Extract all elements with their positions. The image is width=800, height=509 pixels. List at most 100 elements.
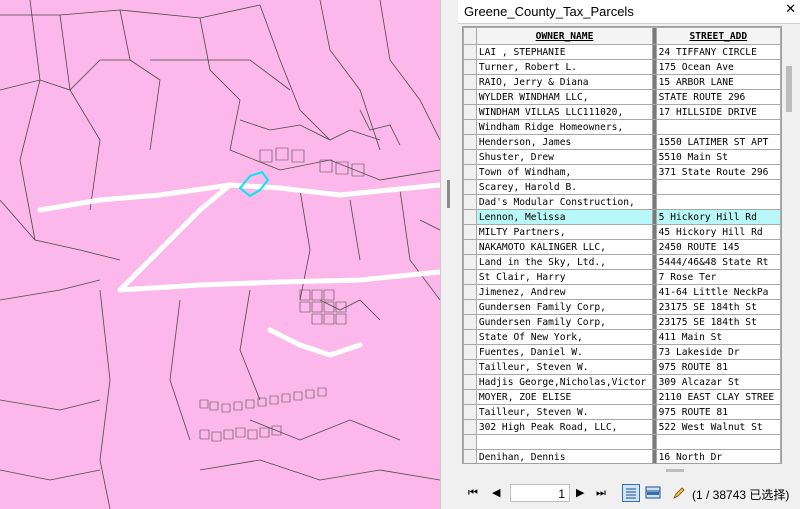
street-address-cell[interactable]: 1550 LATIMER ST APT: [655, 134, 781, 150]
owner-name-cell[interactable]: Scarey, Harold B.: [475, 179, 654, 195]
edit-pencil-icon[interactable]: [672, 486, 686, 503]
street-address-cell[interactable]: 5510 Main St: [655, 149, 781, 165]
table-row[interactable]: Denihan, Dennis 16 North Dr: [463, 449, 781, 463]
panel-splitter[interactable]: [440, 0, 458, 509]
row-selector[interactable]: [463, 254, 477, 270]
owner-name-cell[interactable]: Windham Ridge Homeowners,: [475, 119, 654, 135]
column-header-owner-name[interactable]: OWNER_NAME: [475, 27, 654, 45]
street-address-cell[interactable]: 15 ARBOR LANE: [655, 74, 781, 90]
splitter-grip[interactable]: [447, 180, 450, 208]
column-header-street-add[interactable]: STREET_ADD: [655, 27, 781, 45]
vertical-scroll-thumb[interactable]: [786, 66, 792, 112]
row-selector[interactable]: [463, 224, 477, 240]
row-selector[interactable]: [463, 179, 477, 195]
street-address-cell[interactable]: 175 Ocean Ave: [655, 59, 781, 75]
street-address-cell[interactable]: [655, 179, 781, 195]
owner-name-cell[interactable]: St Clair, Harry: [475, 269, 654, 285]
street-address-cell[interactable]: 975 ROUTE 81: [655, 404, 781, 420]
street-address-cell[interactable]: 5444/46&48 State Rt: [655, 254, 781, 270]
street-address-cell[interactable]: 45 Hickory Hill Rd: [655, 224, 781, 240]
table-row[interactable]: NAKAMOTO KALINGER LLC, 2450 ROUTE 145: [463, 239, 781, 255]
previous-record-icon[interactable]: ◀: [492, 486, 500, 499]
street-address-cell[interactable]: 2110 EAST CLAY STREE: [655, 389, 781, 405]
table-row[interactable]: Town of Windham, 371 State Route 296: [463, 164, 781, 180]
table-row[interactable]: WYLDER WINDHAM LLC, STATE ROUTE 296: [463, 89, 781, 105]
attribute-grid[interactable]: OWNER_NAME STREET_ADD LAI , STEPHANIE 24 …: [462, 26, 782, 464]
row-selector[interactable]: [463, 44, 477, 60]
street-address-cell[interactable]: [655, 119, 781, 135]
row-selector[interactable]: [463, 299, 477, 315]
row-selector[interactable]: [463, 434, 477, 450]
row-selector[interactable]: [463, 329, 477, 345]
table-row[interactable]: St Clair, Harry 7 Rose Ter: [463, 269, 781, 285]
row-selector[interactable]: [463, 149, 477, 165]
row-selector[interactable]: [463, 59, 477, 75]
table-row[interactable]: Jimenez, Andrew 41-64 Little NeckPa: [463, 284, 781, 300]
table-row[interactable]: Fuentes, Daniel W. 73 Lakeside Dr: [463, 344, 781, 360]
owner-name-cell[interactable]: Dad's Modular Construction,: [475, 194, 654, 210]
owner-name-cell[interactable]: NAKAMOTO KALINGER LLC,: [475, 239, 654, 255]
horizontal-scroll-thumb[interactable]: [666, 469, 684, 472]
street-address-cell[interactable]: 41-64 Little NeckPa: [655, 284, 781, 300]
owner-name-cell[interactable]: Fuentes, Daniel W.: [475, 344, 654, 360]
table-row[interactable]: Henderson, James 1550 LATIMER ST APT: [463, 134, 781, 150]
street-address-cell[interactable]: 5 Hickory Hill Rd: [655, 209, 781, 225]
owner-name-cell[interactable]: LAI , STEPHANIE: [475, 44, 654, 60]
table-row[interactable]: Gundersen Family Corp, 23175 SE 184th St: [463, 314, 781, 330]
street-address-cell[interactable]: 2450 ROUTE 145: [655, 239, 781, 255]
table-row[interactable]: Tailleur, Steven W. 975 ROUTE 81: [463, 404, 781, 420]
owner-name-cell[interactable]: State Of New York,: [475, 329, 654, 345]
row-selector[interactable]: [463, 404, 477, 420]
street-address-cell[interactable]: 73 Lakeside Dr: [655, 344, 781, 360]
vertical-scrollbar[interactable]: [782, 26, 798, 464]
table-row[interactable]: Lennon, Melissa 5 Hickory Hill Rd: [463, 209, 781, 225]
table-row[interactable]: Shuster, Drew 5510 Main St: [463, 149, 781, 165]
owner-name-cell[interactable]: Town of Windham,: [475, 164, 654, 180]
map-view[interactable]: [0, 0, 440, 509]
street-address-cell[interactable]: 16 North Dr: [655, 449, 781, 463]
street-address-cell[interactable]: 23175 SE 184th St: [655, 314, 781, 330]
table-row[interactable]: Dad's Modular Construction,: [463, 194, 781, 210]
owner-name-cell[interactable]: MILTY Partners,: [475, 224, 654, 240]
row-selector[interactable]: [463, 119, 477, 135]
next-record-icon[interactable]: ▶: [576, 486, 584, 499]
table-row[interactable]: Hadjis George,Nicholas,Victor 309 Alcazar…: [463, 374, 781, 390]
table-row[interactable]: Turner, Robert L. 175 Ocean Ave: [463, 59, 781, 75]
table-row[interactable]: Tailleur, Steven W. 975 ROUTE 81: [463, 359, 781, 375]
street-address-cell[interactable]: 371 State Route 296: [655, 164, 781, 180]
owner-name-cell[interactable]: Gundersen Family Corp,: [475, 314, 654, 330]
show-all-records-icon[interactable]: [622, 484, 640, 502]
owner-name-cell[interactable]: MOYER, ZOE ELISE: [475, 389, 654, 405]
row-selector[interactable]: [463, 194, 477, 210]
row-selector[interactable]: [463, 374, 477, 390]
street-address-cell[interactable]: 24 TIFFANY CIRCLE: [655, 44, 781, 60]
street-address-cell[interactable]: 975 ROUTE 81: [655, 359, 781, 375]
owner-name-cell[interactable]: [475, 434, 654, 450]
table-row[interactable]: [463, 434, 781, 450]
street-address-cell[interactable]: STATE ROUTE 296: [655, 89, 781, 105]
owner-name-cell[interactable]: Tailleur, Steven W.: [475, 359, 654, 375]
table-row[interactable]: Windham Ridge Homeowners,: [463, 119, 781, 135]
table-row[interactable]: LAI , STEPHANIE 24 TIFFANY CIRCLE: [463, 44, 781, 60]
row-selector[interactable]: [463, 239, 477, 255]
row-selector[interactable]: [463, 344, 477, 360]
last-record-icon[interactable]: ⏭: [596, 486, 606, 500]
table-row[interactable]: Gundersen Family Corp, 23175 SE 184th St: [463, 299, 781, 315]
table-row[interactable]: Scarey, Harold B.: [463, 179, 781, 195]
current-record-input[interactable]: 1: [510, 484, 570, 502]
street-address-cell[interactable]: 17 HILLSIDE DRIVE: [655, 104, 781, 120]
owner-name-cell[interactable]: Turner, Robert L.: [475, 59, 654, 75]
row-selector[interactable]: [463, 269, 477, 285]
owner-name-cell[interactable]: 302 High Peak Road, LLC,: [475, 419, 654, 435]
owner-name-cell[interactable]: Land in the Sky, Ltd.,: [475, 254, 654, 270]
street-address-cell[interactable]: 522 West Walnut St: [655, 419, 781, 435]
owner-name-cell[interactable]: Lennon, Melissa: [475, 209, 654, 225]
owner-name-cell[interactable]: Hadjis George,Nicholas,Victor: [475, 374, 654, 390]
show-selected-records-icon[interactable]: [644, 484, 662, 502]
row-selector[interactable]: [463, 314, 477, 330]
owner-name-cell[interactable]: Denihan, Dennis: [475, 449, 654, 463]
owner-name-cell[interactable]: Henderson, James: [475, 134, 654, 150]
owner-name-cell[interactable]: Gundersen Family Corp,: [475, 299, 654, 315]
select-all-cell[interactable]: [463, 27, 477, 45]
first-record-icon[interactable]: ⏮: [468, 486, 478, 500]
